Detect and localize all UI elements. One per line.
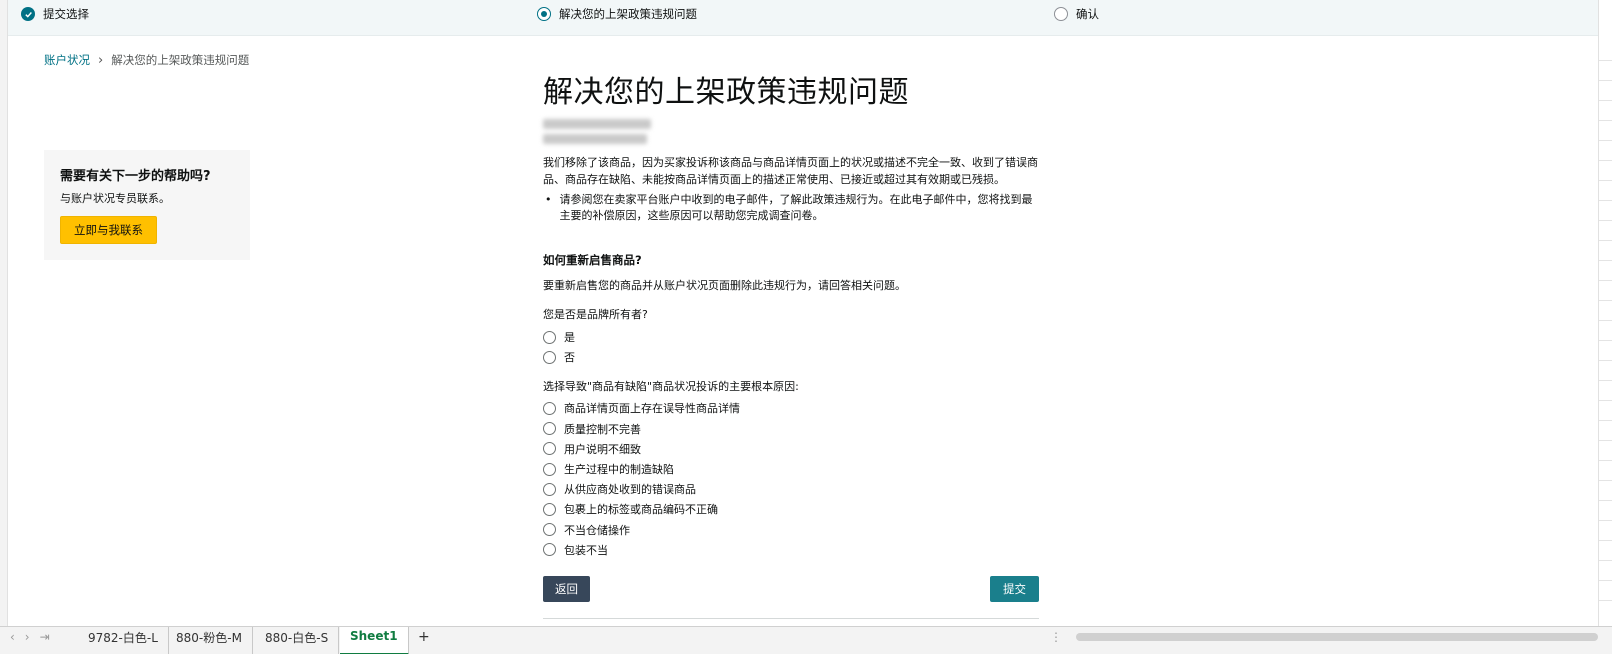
removal-description: 我们移除了该商品，因为买家投诉称该商品与商品详情页面上的状况或描述不完全一致、收…: [543, 156, 1038, 186]
redacted-sku: [543, 134, 647, 144]
radio-option-misleading-details[interactable]: 商品详情页面上存在误导性商品详情: [543, 398, 1039, 418]
relist-description: 要重新启售您的商品并从账户状况页面删除此违规行为，请回答相关问题。: [543, 279, 906, 292]
step-label: 解决您的上架政策违规问题: [559, 7, 697, 21]
radio-circle-icon[interactable]: [543, 502, 556, 516]
radio-circle-icon[interactable]: [543, 350, 556, 364]
step-label: 确认: [1076, 7, 1099, 21]
progress-stepper: 提交选择 解决您的上架政策违规问题 确认: [8, 0, 1598, 36]
relist-heading: 如何重新启售商品?: [543, 253, 642, 267]
radio-label: 商品详情页面上存在误导性商品详情: [564, 402, 740, 416]
radio-option-packaging[interactable]: 包装不当: [543, 540, 1039, 560]
sheet-tab-bar: ‹›⇥ 9782-白色-L 880-粉色-M 880-白色-S Sheet1 +…: [0, 626, 1612, 654]
bullet-icon: •: [545, 193, 552, 206]
help-box: 需要有关下一步的帮助吗? 与账户状况专员联系。 立即与我联系: [44, 150, 250, 260]
radio-option-storage[interactable]: 不当仓储操作: [543, 520, 1039, 540]
breadcrumb: 账户状况 › 解决您的上架政策违规问题: [44, 52, 249, 68]
redacted-asin: [543, 119, 651, 129]
step-resolve-violation: 解决您的上架政策违规问题: [537, 6, 697, 22]
scroll-divider-icon: ⋮: [1050, 630, 1062, 644]
radio-circle-icon[interactable]: [543, 462, 556, 476]
back-button[interactable]: 返回: [543, 576, 590, 602]
radio-label: 包裹上的标签或商品编码不正确: [564, 503, 718, 517]
contact-me-button[interactable]: 立即与我联系: [60, 216, 157, 244]
submit-button[interactable]: 提交: [990, 576, 1039, 602]
breadcrumb-account-health-link[interactable]: 账户状况: [44, 52, 90, 68]
radio-label: 是: [564, 331, 575, 345]
active-step-icon: [537, 7, 551, 21]
radio-circle-icon[interactable]: [543, 543, 556, 557]
step-submit-selection: 提交选择: [21, 6, 89, 22]
radio-circle-icon[interactable]: [543, 482, 556, 496]
radio-label: 不当仓储操作: [564, 523, 630, 537]
list-item: • 请参阅您在卖家平台账户中收到的电子邮件，了解此政策违规行为。在此电子邮件中，…: [543, 192, 1039, 224]
radio-circle-icon[interactable]: [543, 442, 556, 456]
radio-circle-icon[interactable]: [543, 422, 556, 436]
radio-label: 包装不当: [564, 543, 608, 557]
sheet-nav-arrows-icon[interactable]: ‹›⇥: [10, 630, 60, 644]
radio-option-instructions[interactable]: 用户说明不细致: [543, 439, 1039, 459]
radio-option-wrong-item-supplier[interactable]: 从供应商处收到的错误商品: [543, 479, 1039, 499]
pending-step-icon: [1054, 7, 1068, 21]
radio-option-no[interactable]: 否: [543, 347, 1039, 367]
sheet-tab[interactable]: 880-粉色-M: [166, 627, 253, 654]
main-form: 解决您的上架政策违规问题 我们移除了该商品，因为买家投诉称该商品与商品详情页面上…: [543, 72, 1039, 560]
radio-option-quality-control[interactable]: 质量控制不完善: [543, 419, 1039, 439]
bullet-text: 请参阅您在卖家平台账户中收到的电子邮件，了解此政策违规行为。在此电子邮件中，您将…: [559, 193, 1033, 222]
sheet-tab-active[interactable]: Sheet1: [340, 627, 409, 654]
help-title: 需要有关下一步的帮助吗?: [60, 169, 211, 184]
sheet-tab[interactable]: 9782-白色-L: [78, 627, 169, 654]
breadcrumb-current: 解决您的上架政策违规问题: [111, 53, 250, 67]
root-cause-question: 选择导致"商品有缺陷"商品状况投诉的主要根本原因:: [543, 380, 799, 394]
step-confirm: 确认: [1054, 6, 1099, 22]
divider: [543, 618, 1039, 619]
sheet-tab[interactable]: 880-白色-S: [255, 627, 340, 654]
chevron-right-icon: ›: [98, 52, 104, 68]
row-header-strip: [0, 0, 8, 640]
radio-circle-icon[interactable]: [543, 523, 556, 537]
brand-owner-question: 您是否是品牌所有者?: [543, 308, 648, 321]
right-grid-strip: [1598, 0, 1612, 640]
check-icon: [21, 7, 35, 21]
radio-option-wrong-label[interactable]: 包裹上的标签或商品编码不正确: [543, 499, 1039, 519]
radio-circle-icon[interactable]: [543, 330, 556, 344]
help-text: 与账户状况专员联系。: [60, 192, 170, 205]
root-cause-options: 商品详情页面上存在误导性商品详情 质量控制不完善 用户说明不细致 生产过程中的制…: [543, 398, 1039, 560]
radio-circle-icon[interactable]: [543, 401, 556, 415]
radio-label: 质量控制不完善: [564, 422, 641, 436]
radio-option-manufacturing-defect[interactable]: 生产过程中的制造缺陷: [543, 459, 1039, 479]
radio-label: 用户说明不细致: [564, 442, 641, 456]
brand-owner-options: 是 否: [543, 327, 1039, 367]
horizontal-scrollbar[interactable]: [1076, 633, 1598, 641]
radio-option-yes[interactable]: 是: [543, 327, 1039, 347]
radio-label: 生产过程中的制造缺陷: [564, 463, 674, 477]
form-actions: 返回 提交: [543, 576, 1039, 602]
page-title: 解决您的上架政策违规问题: [543, 75, 909, 110]
radio-label: 否: [564, 351, 575, 365]
step-label: 提交选择: [43, 7, 89, 21]
add-sheet-icon[interactable]: +: [418, 629, 430, 645]
radio-label: 从供应商处收到的错误商品: [564, 483, 696, 497]
